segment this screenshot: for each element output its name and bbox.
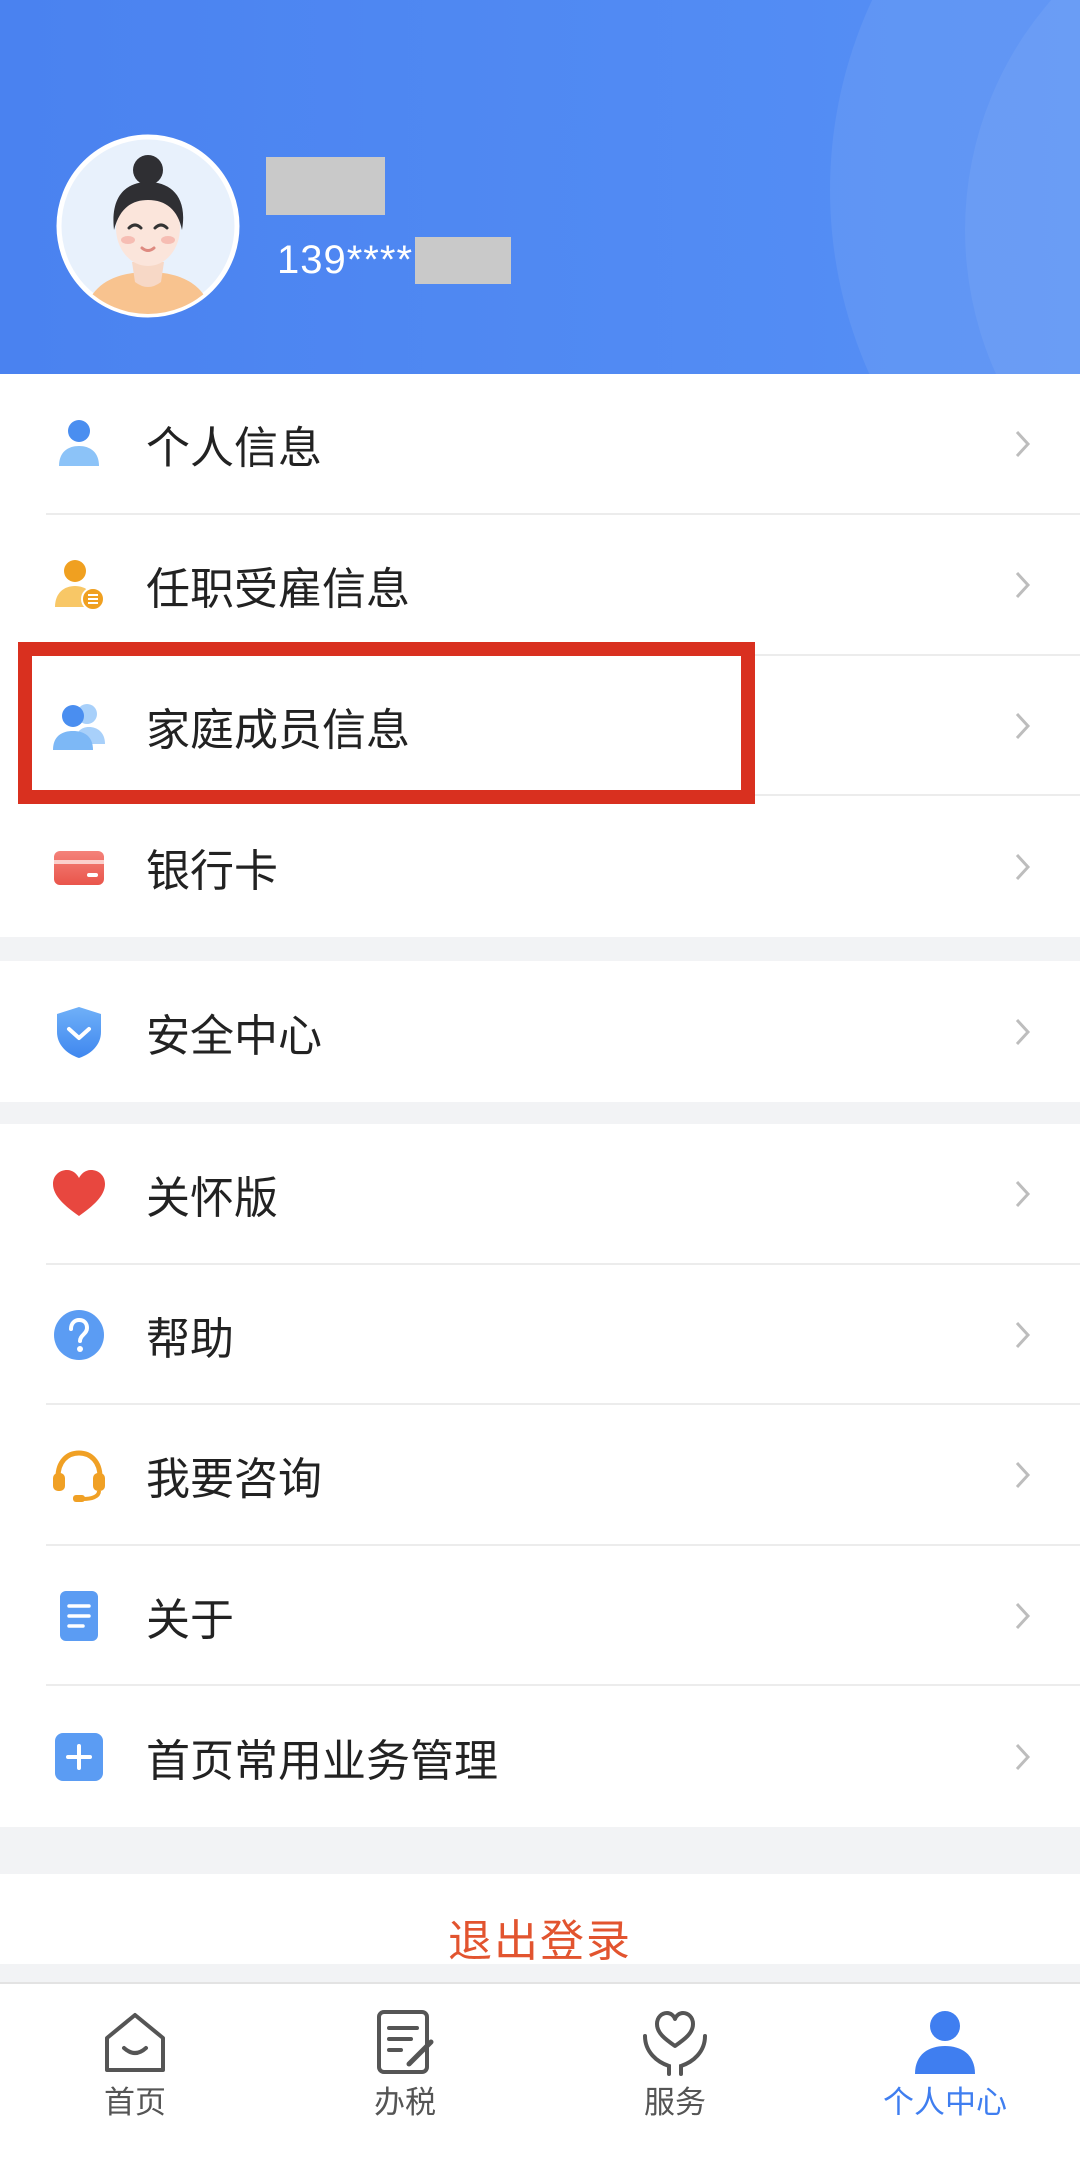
- tax-document-icon: [369, 2006, 441, 2078]
- chevron-right-icon: [1013, 1741, 1033, 1773]
- menu-item-home-business-management[interactable]: 首页常用业务管理: [0, 1686, 1080, 1827]
- menu-group-more: 关怀版 帮助 我要咨询 关于 首页常用业务管理: [0, 1124, 1080, 1827]
- tab-label: 办税: [374, 2085, 436, 2120]
- bank-card-icon: [51, 839, 107, 895]
- service-heart-icon: [639, 2006, 711, 2078]
- user-center-icon: [909, 2006, 981, 2078]
- menu-group-security: 安全中心: [0, 961, 1080, 1102]
- tab-home[interactable]: 首页: [0, 1984, 270, 2174]
- help-icon: [51, 1307, 107, 1363]
- menu-item-employment-info[interactable]: 任职受雇信息: [0, 515, 1080, 656]
- chevron-right-icon: [1013, 1459, 1033, 1491]
- redacted-name-box: [266, 157, 385, 215]
- tab-label: 服务: [644, 2085, 706, 2120]
- menu-item-care-version[interactable]: 关怀版: [0, 1124, 1080, 1265]
- menu-item-label: 首页常用业务管理: [146, 1736, 498, 1786]
- bottom-tab-bar: 首页 办税 服务 个人中心: [0, 1982, 1080, 2174]
- menu-item-label: 关怀版: [146, 1174, 278, 1224]
- menu-group-profile: 个人信息 任职受雇信息 家庭成员信息 银行卡: [0, 374, 1080, 937]
- menu-item-consult[interactable]: 我要咨询: [0, 1405, 1080, 1546]
- avatar[interactable]: [56, 134, 240, 318]
- document-icon: [51, 1588, 107, 1644]
- menu-item-label: 个人信息: [146, 424, 322, 474]
- menu-item-label: 家庭成员信息: [146, 705, 410, 755]
- phone-text: 139****: [277, 238, 414, 282]
- chevron-right-icon: [1013, 1016, 1033, 1048]
- menu-item-about[interactable]: 关于: [0, 1546, 1080, 1687]
- menu-item-label: 任职受雇信息: [146, 565, 410, 615]
- tab-label: 个人中心: [883, 2085, 1007, 2120]
- tab-label: 首页: [104, 2085, 166, 2120]
- chevron-right-icon: [1013, 1319, 1033, 1351]
- person-icon: [51, 416, 107, 472]
- logout-button[interactable]: 退出登录: [0, 1874, 1080, 1964]
- plus-icon: [51, 1729, 107, 1785]
- menu-item-personal-info[interactable]: 个人信息: [0, 374, 1080, 515]
- tab-user-center[interactable]: 个人中心: [810, 1984, 1080, 2174]
- menu-item-label: 我要咨询: [146, 1455, 322, 1505]
- chevron-right-icon: [1013, 428, 1033, 460]
- chevron-right-icon: [1013, 710, 1033, 742]
- chevron-right-icon: [1013, 1178, 1033, 1210]
- menu-item-help[interactable]: 帮助: [0, 1265, 1080, 1406]
- menu-item-label: 帮助: [146, 1314, 234, 1364]
- menu-item-label: 安全中心: [146, 1011, 322, 1061]
- shield-icon: [51, 1004, 107, 1060]
- menu-item-security-center[interactable]: 安全中心: [0, 961, 1080, 1102]
- phone-number: 139****: [277, 236, 512, 284]
- redacted-phone-box: [415, 236, 512, 284]
- menu-item-bank-card[interactable]: 银行卡: [0, 796, 1080, 937]
- profile-header: 139****: [0, 0, 1080, 374]
- menu-item-label: 关于: [146, 1596, 234, 1646]
- chevron-right-icon: [1013, 851, 1033, 883]
- chevron-right-icon: [1013, 1600, 1033, 1632]
- menu-item-label: 银行卡: [146, 846, 278, 896]
- logout-label: 退出登录: [448, 1917, 632, 1964]
- tab-service[interactable]: 服务: [540, 1984, 810, 2174]
- menu-item-family-member-info[interactable]: 家庭成员信息: [0, 656, 1080, 797]
- employment-icon: [51, 557, 107, 613]
- home-icon: [99, 2006, 171, 2078]
- heart-icon: [51, 1166, 107, 1222]
- tab-tax[interactable]: 办税: [270, 1984, 540, 2174]
- chevron-right-icon: [1013, 569, 1033, 601]
- family-icon: [51, 698, 107, 754]
- headset-icon: [51, 1447, 107, 1503]
